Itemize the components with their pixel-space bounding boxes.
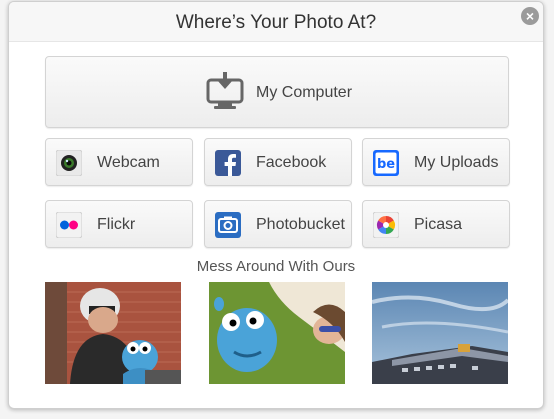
photobucket-label: Photobucket (256, 216, 345, 233)
sample-photo-3[interactable] (372, 282, 508, 384)
svg-text:be: be (377, 157, 395, 172)
my-computer-button[interactable]: My Computer (45, 56, 509, 128)
dialog-title: Where’s Your Photo At? (175, 12, 377, 33)
dialog-header: Where’s Your Photo At? (9, 2, 543, 42)
picasa-icon (373, 212, 399, 238)
flickr-button[interactable]: Flickr (45, 200, 193, 248)
photobucket-button[interactable]: Photobucket (204, 200, 352, 248)
flickr-icon (56, 212, 82, 238)
computer-upload-icon (206, 72, 244, 109)
photo-source-dialog: Where’s Your Photo At? × My Computer Web… (8, 1, 544, 409)
picasa-button[interactable]: Picasa (362, 200, 510, 248)
webcam-label: Webcam (97, 154, 160, 171)
picasa-label: Picasa (414, 216, 463, 233)
facebook-button[interactable]: Facebook (204, 138, 352, 186)
webcam-icon (56, 150, 82, 176)
sample-photo-1[interactable] (45, 282, 181, 384)
sample-photos-heading: Mess Around With Ours (196, 258, 356, 275)
sample-photo-2[interactable] (209, 282, 345, 384)
my-computer-label: My Computer (256, 84, 353, 101)
photobucket-icon (215, 212, 241, 238)
behance-icon: be (373, 150, 399, 176)
my-uploads-label: My Uploads (414, 154, 499, 171)
facebook-icon (215, 150, 241, 176)
facebook-label: Facebook (256, 154, 327, 171)
close-icon[interactable]: × (521, 7, 539, 25)
webcam-button[interactable]: Webcam (45, 138, 193, 186)
my-uploads-button[interactable]: be My Uploads (362, 138, 510, 186)
flickr-label: Flickr (97, 216, 136, 233)
